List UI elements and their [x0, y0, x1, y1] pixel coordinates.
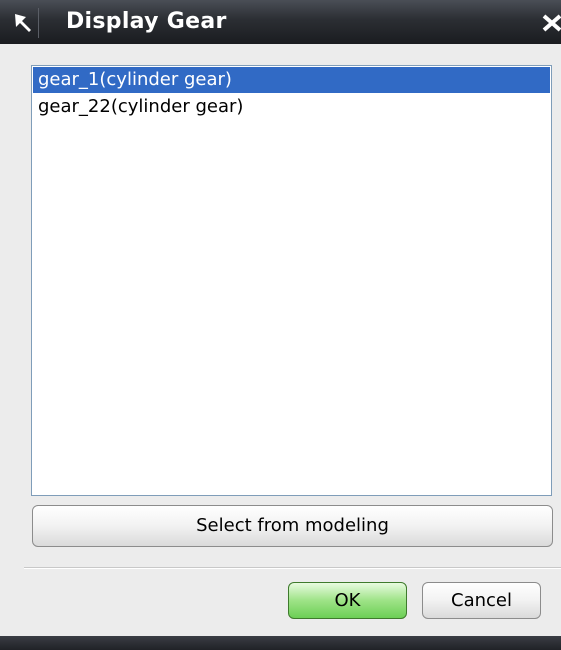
cancel-button[interactable]: Cancel [422, 582, 541, 619]
ok-button[interactable]: OK [288, 582, 407, 619]
list-item[interactable]: gear_22(cylinder gear) [33, 94, 550, 120]
dialog-title: Display Gear [66, 9, 227, 34]
select-from-modeling-button[interactable]: Select from modeling [32, 505, 553, 547]
title-bar[interactable]: Display Gear [0, 0, 561, 44]
separator [24, 567, 561, 569]
bottom-border [0, 636, 561, 650]
close-icon[interactable] [540, 12, 561, 34]
display-gear-dialog: Display Gear gear_1(cylinder gear) gear_… [0, 0, 561, 650]
pin-arrow-icon[interactable] [8, 8, 39, 38]
list-item[interactable]: gear_1(cylinder gear) [33, 67, 550, 93]
gear-listbox[interactable]: gear_1(cylinder gear) gear_22(cylinder g… [31, 65, 552, 496]
